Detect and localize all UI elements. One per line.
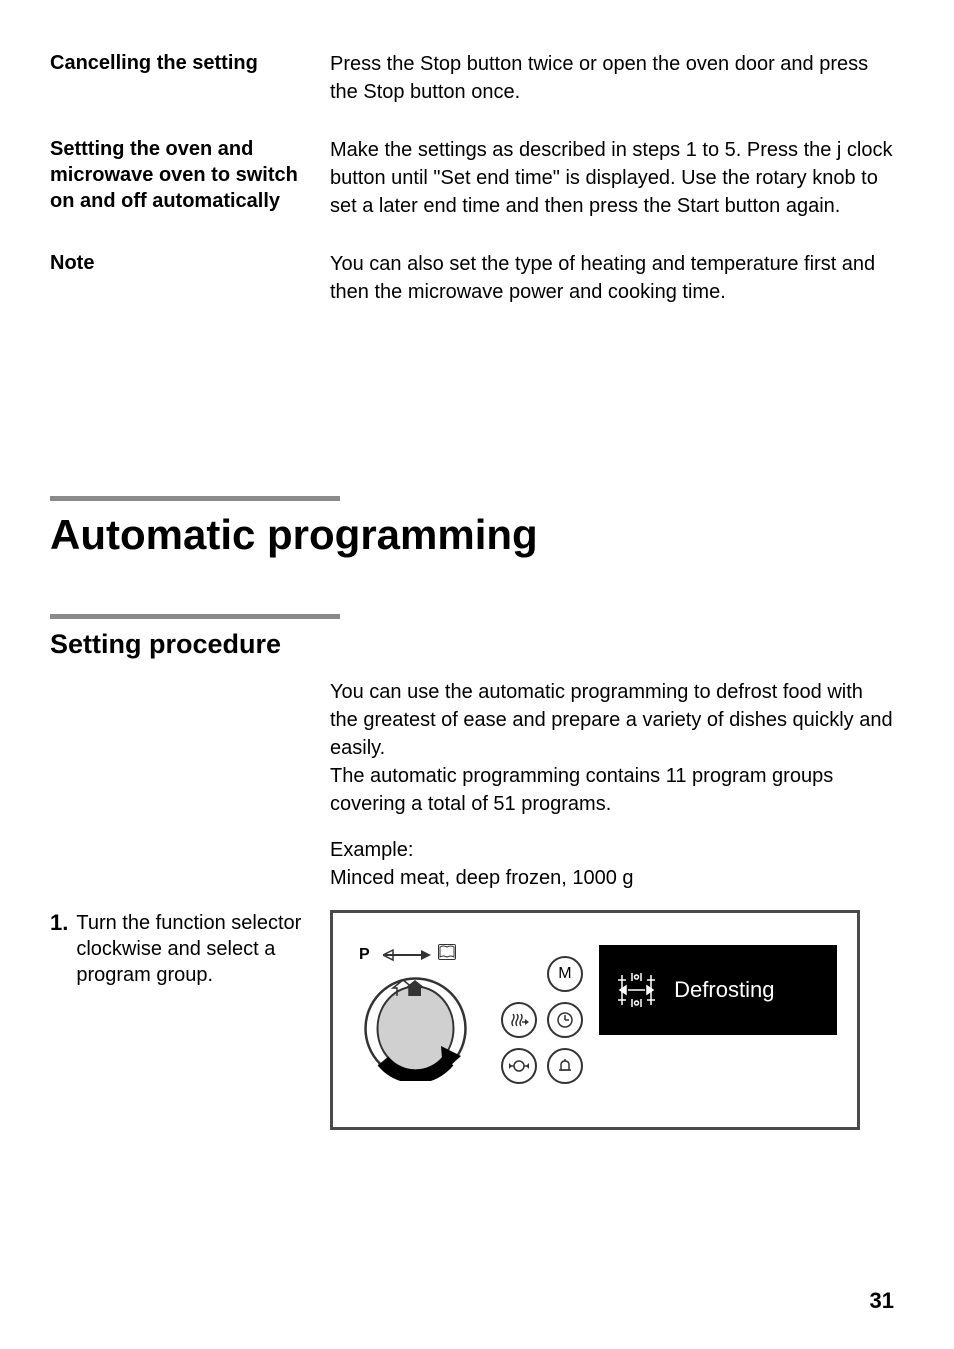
note-body: You can also set the type of heating and…	[330, 250, 894, 306]
intro-body-1: You can use the automatic programming to…	[330, 678, 894, 762]
oven-display: Defrosting	[599, 945, 837, 1035]
intro-body-2: The automatic programming contains 11 pr…	[330, 762, 894, 818]
note-heading: Note	[50, 250, 310, 276]
function-selector-knob	[363, 976, 468, 1081]
example-label: Example:	[330, 836, 894, 864]
defrost-icon	[614, 970, 659, 1010]
p-label: P	[359, 946, 370, 964]
main-heading: Automatic programming	[50, 511, 894, 559]
sub-heading: Setting procedure	[50, 629, 894, 660]
setting-auto-section: Settting the oven and microwave oven to …	[50, 136, 894, 220]
clock-icon	[555, 1010, 575, 1030]
heat-wave-icon	[509, 1010, 529, 1030]
example-text: Minced meat, deep frozen, 1000 g	[330, 864, 894, 892]
light-icon	[509, 1056, 529, 1076]
intro-section: You can use the automatic programming to…	[50, 678, 894, 818]
step-1-row: 1. Turn the function selector clockwise …	[50, 910, 894, 1130]
section-rule	[50, 496, 340, 501]
step-1-number: 1.	[50, 910, 68, 1130]
cancelling-body: Press the Stop button twice or open the …	[330, 50, 894, 106]
recipe-book-icon	[438, 944, 456, 960]
m-button-label: M	[558, 965, 571, 983]
note-section: Note You can also set the type of heatin…	[50, 250, 894, 306]
subsection-rule	[50, 614, 340, 619]
step-1-text: Turn the function selector clockwise and…	[76, 910, 315, 1130]
heat-button	[501, 1002, 537, 1038]
page-number: 31	[870, 1288, 894, 1314]
bell-button	[547, 1048, 583, 1084]
panel-knob-area: P	[353, 940, 495, 1100]
arrow-right-icon	[383, 948, 433, 962]
light-button	[501, 1048, 537, 1084]
clock-button	[547, 1002, 583, 1038]
display-text: Defrosting	[674, 977, 774, 1003]
example-section: Example: Minced meat, deep frozen, 1000 …	[50, 836, 894, 892]
m-button: M	[547, 956, 583, 992]
setting-auto-body: Make the settings as described in steps …	[330, 136, 894, 220]
oven-control-panel: P	[330, 910, 860, 1130]
cancelling-heading: Cancelling the setting	[50, 50, 310, 76]
bell-icon	[555, 1056, 575, 1076]
setting-auto-heading: Settting the oven and microwave oven to …	[50, 136, 310, 214]
panel-buttons: M	[495, 956, 589, 1084]
cancelling-section: Cancelling the setting Press the Stop bu…	[50, 50, 894, 106]
